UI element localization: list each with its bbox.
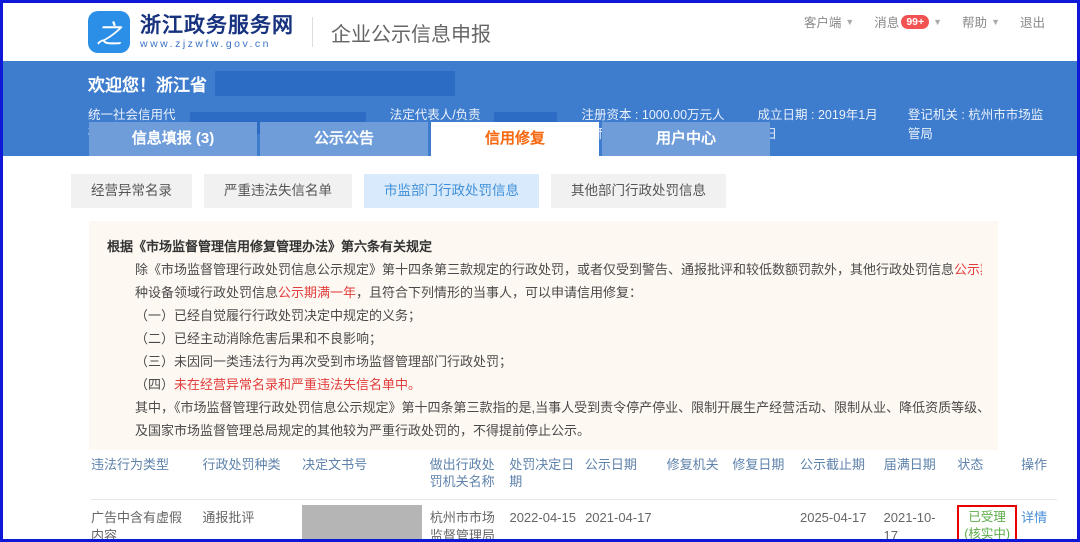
tab-user-center[interactable]: 用户中心 <box>602 122 770 156</box>
column-header: 做出行政处罚机关名称 <box>430 456 510 490</box>
notice-text: 除《市场监督管理行政处罚信息公示规定》第十四条第三款规定的行政处罚，或者仅受到警… <box>135 262 954 277</box>
welcome-row: 欢迎您！浙江省 <box>88 71 1077 96</box>
logo-text: 浙江政务服务网 www.zjzwfw.gov.cn <box>140 14 294 51</box>
menu-item-logout[interactable]: 退出 <box>1020 12 1045 31</box>
column-header: 行政处罚种类 <box>203 456 303 473</box>
action-cell: 详情 <box>1021 500 1057 527</box>
violation-type-cell: 广告中含有虚假内容 <box>91 500 202 542</box>
status-line1: 已受理 <box>962 509 1012 526</box>
column-header: 修复机关 <box>667 456 733 473</box>
subtab-other-penalty[interactable]: 其他部门行政处罚信息 <box>551 174 726 208</box>
main-tab-bar: 信息填报 (3)公示公告信用修复用户中心 <box>89 122 773 170</box>
publicity-deadline-cell: 2025-04-17 <box>800 500 884 527</box>
menu-item-client[interactable]: 客户端▼ <box>804 12 854 31</box>
app-window: 之 浙江政务服务网 www.zjzwfw.gov.cn 企业公示信息申报 客户端… <box>0 0 1080 542</box>
welcome-text: 欢迎您！浙江省 <box>88 71 207 96</box>
zhejiang-gov-logo-icon: 之 <box>88 11 130 53</box>
notice-text: 根据《市场监督管理信用修复管理办法》第六条有关规定 <box>107 239 432 254</box>
chevron-down-icon: ▼ <box>991 17 1000 27</box>
column-header: 违法行为类型 <box>91 456 203 473</box>
column-header: 操作 <box>1021 456 1057 473</box>
info-field-founded: 成立日期 : 2019年1月1日 <box>758 104 884 142</box>
logo-title: 浙江政务服务网 <box>140 14 294 38</box>
info-field-label: 成立日期 : 2019年1月1日 <box>758 104 884 142</box>
column-header: 公示日期 <box>585 456 667 473</box>
notice-line: 种设备领域行政处罚信息公示期满一年，且符合下列情形的当事人，可以申请信用修复： <box>107 281 982 304</box>
menu-item-label: 退出 <box>1020 12 1045 31</box>
column-header: 届满日期 <box>884 456 958 473</box>
status-line2: (核实中) <box>962 526 1012 542</box>
document-number-cell <box>302 500 430 541</box>
chevron-down-icon: ▼ <box>845 17 854 27</box>
notice-text: ，且符合下列情形的当事人，可以申请信用修复： <box>356 285 642 300</box>
header-divider <box>312 17 313 47</box>
notice-highlight-text: 公示期满一年 <box>278 285 356 300</box>
chevron-down-icon: ▼ <box>933 17 942 27</box>
logo-url: www.zjzwfw.gov.cn <box>140 38 294 51</box>
menu-item-label: 客户端 <box>804 12 842 31</box>
subtab-bar: 经营异常名录严重违法失信名单市监部门行政处罚信息其他部门行政处罚信息 <box>71 174 1077 208</box>
menu-item-messages[interactable]: 消息99+ ▼ <box>874 12 942 31</box>
notice-line: （二）已经主动消除危害后果和不良影响； <box>107 327 982 350</box>
penalty-table: 违法行为类型行政处罚种类决定文书号做出行政处罚机关名称处罚决定日期公示日期修复机… <box>91 456 1057 542</box>
column-header: 公示截止期 <box>800 456 884 473</box>
info-field-registry: 登记机关 : 杭州市市场监管局 <box>908 104 1053 142</box>
detail-link[interactable]: 详情 <box>1021 510 1047 525</box>
table-row: 广告中含有虚假内容通报批评 杭州市市场监督管理局2022-04-152021-04… <box>91 500 1057 542</box>
subtab-serious-illegal[interactable]: 严重违法失信名单 <box>204 174 352 208</box>
status-badge: 已受理(核实中) <box>957 505 1017 542</box>
column-header: 修复日期 <box>732 456 800 473</box>
tab-info-fill[interactable]: 信息填报 (3) <box>89 122 257 156</box>
notice-text: （四） <box>135 377 174 392</box>
column-header: 状态 <box>957 456 1021 473</box>
regulation-notice-box: 根据《市场监督管理信用修复管理办法》第六条有关规定除《市场监督管理行政处罚信息公… <box>89 221 998 450</box>
menu-item-label: 帮助 <box>962 12 987 31</box>
top-header: 之 浙江政务服务网 www.zjzwfw.gov.cn 企业公示信息申报 客户端… <box>3 3 1077 61</box>
notice-line: 除《市场监督管理行政处罚信息公示规定》第十四条第三款规定的行政处罚，或者仅受到警… <box>107 258 982 281</box>
subtab-abnormal-list[interactable]: 经营异常名录 <box>71 174 192 208</box>
notice-line: 及国家市场监督管理总局规定的其他较为严重行政处罚的，不得提前停止公示。 <box>107 419 982 442</box>
repair-date-cell <box>732 500 800 509</box>
notice-text: （三）未因同一类违法行为再次受到市场监督管理部门行政处罚； <box>135 354 512 369</box>
notice-text: （二）已经主动消除危害后果和不良影响； <box>135 331 382 346</box>
penalty-type-cell: 通报批评 <box>202 500 301 527</box>
company-banner: 欢迎您！浙江省 统一社会信用代码 :法定代表人/负责人 :注册资本 : 1000… <box>3 61 1077 156</box>
table-header-row: 违法行为类型行政处罚种类决定文书号做出行政处罚机关名称处罚决定日期公示日期修复机… <box>91 456 1057 500</box>
notice-text: 其中，《市场监督管理行政处罚信息公示规定》第十四条第三款指的是,当事人受到责令停… <box>135 400 982 415</box>
column-header: 决定文书号 <box>302 456 429 473</box>
menu-item-label: 消息 <box>874 12 899 31</box>
column-header: 处罚决定日期 <box>509 456 585 490</box>
notice-highlight-text: 未在经营异常名录和严重违法失信名单中。 <box>174 377 421 392</box>
notice-line: 根据《市场监督管理信用修复管理办法》第六条有关规定 <box>107 235 982 258</box>
tab-announcement[interactable]: 公示公告 <box>260 122 428 156</box>
decision-date-cell: 2022-04-15 <box>509 500 585 527</box>
info-field-label: 登记机关 : 杭州市市场监管局 <box>908 104 1053 142</box>
expiry-date-cell: 2021-10-17 <box>884 500 958 542</box>
tab-credit-repair[interactable]: 信用修复 <box>431 122 599 170</box>
publicity-date-cell: 2021-04-17 <box>585 500 667 527</box>
site-logo[interactable]: 之 浙江政务服务网 www.zjzwfw.gov.cn <box>88 11 294 53</box>
status-cell: 已受理(核实中) <box>957 500 1021 542</box>
authority-cell: 杭州市市场监督管理局 <box>430 500 510 542</box>
message-count-badge: 99+ <box>901 15 929 29</box>
notice-line: （一）已经自觉履行行政处罚决定中规定的义务； <box>107 304 982 327</box>
notice-highlight-text: 公示期满六个月 <box>954 262 982 277</box>
redacted-document-number <box>302 505 422 541</box>
notice-line: （三）未因同一类违法行为再次受到市场监督管理部门行政处罚； <box>107 350 982 373</box>
repair-org-cell <box>667 500 733 509</box>
notice-text: （一）已经自觉履行行政处罚决定中规定的义务； <box>135 308 421 323</box>
redacted-company-name <box>215 71 455 96</box>
notice-line: 其中，《市场监督管理行政处罚信息公示规定》第十四条第三款指的是,当事人受到责令停… <box>107 396 982 419</box>
menu-item-help[interactable]: 帮助 ▼ <box>962 12 1000 31</box>
notice-text: 种设备领域行政处罚信息 <box>135 285 278 300</box>
notice-line: （四）未在经营异常名录和严重违法失信名单中。 <box>107 373 982 396</box>
page-title: 企业公示信息申报 <box>331 18 491 47</box>
top-menu: 客户端▼消息99+▼帮助▼退出 <box>784 12 1045 31</box>
notice-text: 及国家市场监督管理总局规定的其他较为严重行政处罚的，不得提前停止公示。 <box>135 423 590 438</box>
subtab-market-penalty[interactable]: 市监部门行政处罚信息 <box>364 174 539 208</box>
